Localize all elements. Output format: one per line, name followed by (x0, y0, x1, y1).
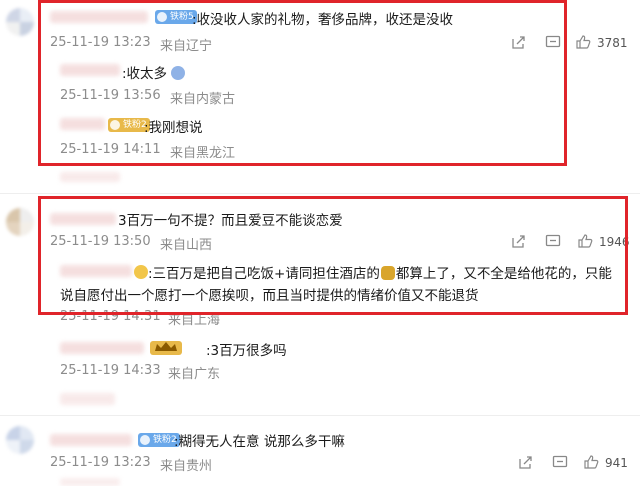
avatar[interactable] (6, 426, 34, 454)
comment-icon[interactable] (552, 455, 568, 470)
like-icon[interactable] (583, 454, 599, 470)
vip-crown-badge (150, 341, 182, 355)
highlight-box (38, 196, 628, 315)
reply-location: 来自广东 (168, 367, 221, 382)
like-count: 3781 (597, 36, 628, 50)
reply-date: 25-11-19 14:33 (60, 363, 161, 378)
divider (0, 193, 640, 194)
reply-text: :3百万很多吗 (206, 343, 287, 359)
highlight-box (38, 0, 567, 166)
comment-location: 来自贵州 (160, 459, 213, 474)
share-icon[interactable] (518, 455, 533, 470)
avatar[interactable] (6, 8, 34, 36)
like-count: 941 (605, 456, 628, 470)
username-redacted[interactable] (50, 434, 132, 446)
username-redacted[interactable] (60, 393, 115, 405)
username-redacted[interactable] (60, 172, 120, 182)
comment-text: :糊得无人在意 说那么多干嘛 (174, 434, 345, 450)
avatar[interactable] (6, 208, 34, 236)
divider (0, 415, 640, 416)
username-redacted[interactable] (60, 342, 144, 354)
comment-date: 25-11-19 13:23 (50, 455, 151, 470)
username-redacted[interactable] (60, 478, 120, 486)
like-icon[interactable] (575, 34, 591, 50)
